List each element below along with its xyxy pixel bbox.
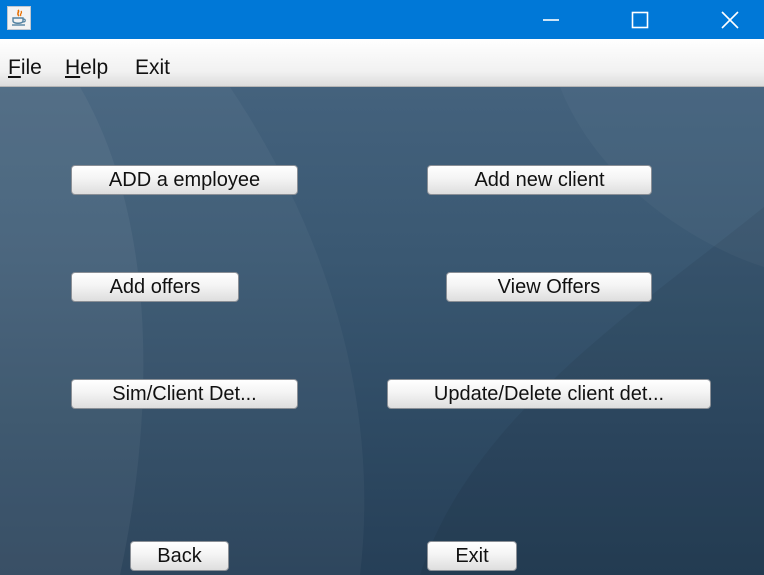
- menu-exit[interactable]: Exit: [135, 57, 170, 79]
- menu-file[interactable]: File: [8, 57, 42, 79]
- menu-file-label: ile: [20, 56, 42, 79]
- menu-file-mnemonic: F: [8, 56, 21, 79]
- close-button[interactable]: [708, 0, 752, 39]
- java-cup-icon[interactable]: [7, 6, 31, 30]
- title-bar[interactable]: [0, 0, 764, 39]
- maximize-button[interactable]: [618, 0, 662, 39]
- background-decoration: [0, 87, 764, 575]
- view-offers-button[interactable]: View Offers: [446, 272, 652, 302]
- menu-help-label: elp: [80, 56, 109, 79]
- maximize-icon: [631, 11, 649, 28]
- add-employee-button[interactable]: ADD a employee: [71, 165, 298, 195]
- menu-help-mnemonic: H: [65, 56, 81, 79]
- minimize-icon: [543, 18, 559, 21]
- minimize-button[interactable]: [529, 0, 573, 39]
- back-button[interactable]: Back: [130, 541, 229, 571]
- close-icon: [721, 10, 739, 29]
- add-new-client-button[interactable]: Add new client: [427, 165, 652, 195]
- main-panel: ADD a employee Add new client Add offers…: [0, 87, 764, 575]
- update-delete-client-button[interactable]: Update/Delete client det...: [387, 379, 711, 409]
- menu-help[interactable]: Help: [65, 57, 108, 79]
- menu-bar: File Help Exit: [0, 39, 764, 87]
- sim-client-details-button[interactable]: Sim/Client Det...: [71, 379, 298, 409]
- add-offers-button[interactable]: Add offers: [71, 272, 239, 302]
- exit-button[interactable]: Exit: [427, 541, 517, 571]
